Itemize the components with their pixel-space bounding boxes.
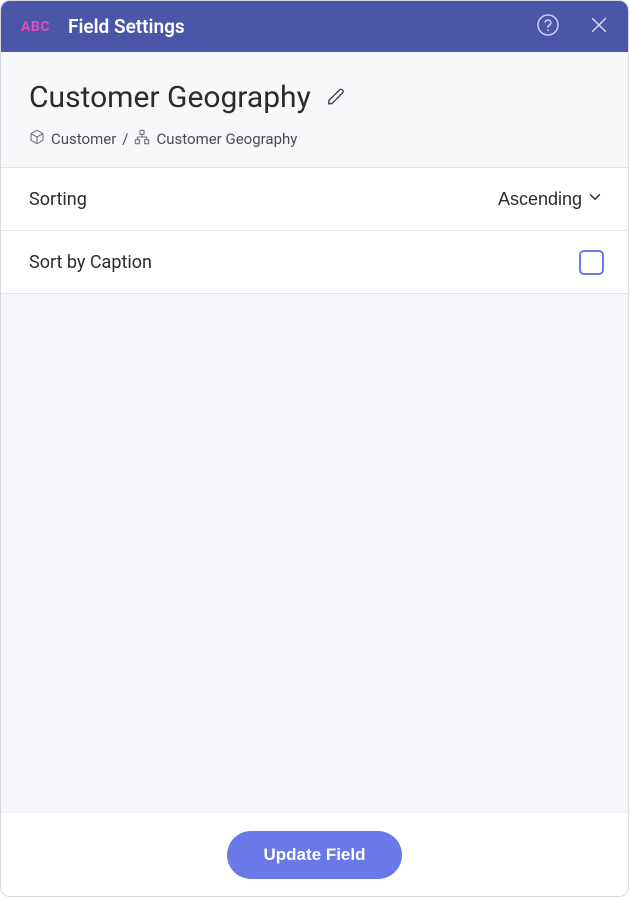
sort-by-caption-checkbox[interactable] xyxy=(579,250,604,275)
breadcrumb-current: Customer Geography xyxy=(156,130,297,148)
edit-name-button[interactable] xyxy=(325,85,347,110)
sorting-value: Ascending xyxy=(498,189,582,210)
breadcrumb-separator: / xyxy=(122,130,128,148)
header-title: Field Settings xyxy=(68,15,536,38)
field-settings-panel: ABC Field Settings xyxy=(0,0,629,897)
title-area: Customer Geography Customer / xyxy=(1,52,628,168)
field-name: Customer Geography xyxy=(29,80,311,115)
pencil-icon xyxy=(325,85,347,110)
sorting-row: Sorting Ascending xyxy=(1,168,628,231)
help-icon xyxy=(536,13,560,40)
close-icon xyxy=(588,14,610,39)
panel-header: ABC Field Settings xyxy=(1,1,628,52)
sort-by-caption-row: Sort by Caption xyxy=(1,231,628,294)
breadcrumb: Customer / Customer Geography xyxy=(29,129,600,149)
update-field-button[interactable]: Update Field xyxy=(227,831,401,879)
sorting-dropdown[interactable]: Ascending xyxy=(498,188,604,211)
cube-icon xyxy=(29,129,45,149)
empty-area xyxy=(1,294,628,812)
breadcrumb-root[interactable]: Customer xyxy=(51,130,116,148)
abc-badge: ABC xyxy=(21,19,50,35)
chevron-down-icon xyxy=(586,188,604,211)
sorting-label: Sorting xyxy=(29,189,87,210)
sort-by-caption-label: Sort by Caption xyxy=(29,252,152,273)
title-row: Customer Geography xyxy=(29,80,600,115)
footer: Update Field xyxy=(1,812,628,896)
settings-rows: Sorting Ascending Sort by Caption xyxy=(1,168,628,294)
close-button[interactable] xyxy=(588,14,610,39)
help-button[interactable] xyxy=(536,13,560,40)
header-actions xyxy=(536,13,610,40)
hierarchy-icon xyxy=(134,129,150,149)
